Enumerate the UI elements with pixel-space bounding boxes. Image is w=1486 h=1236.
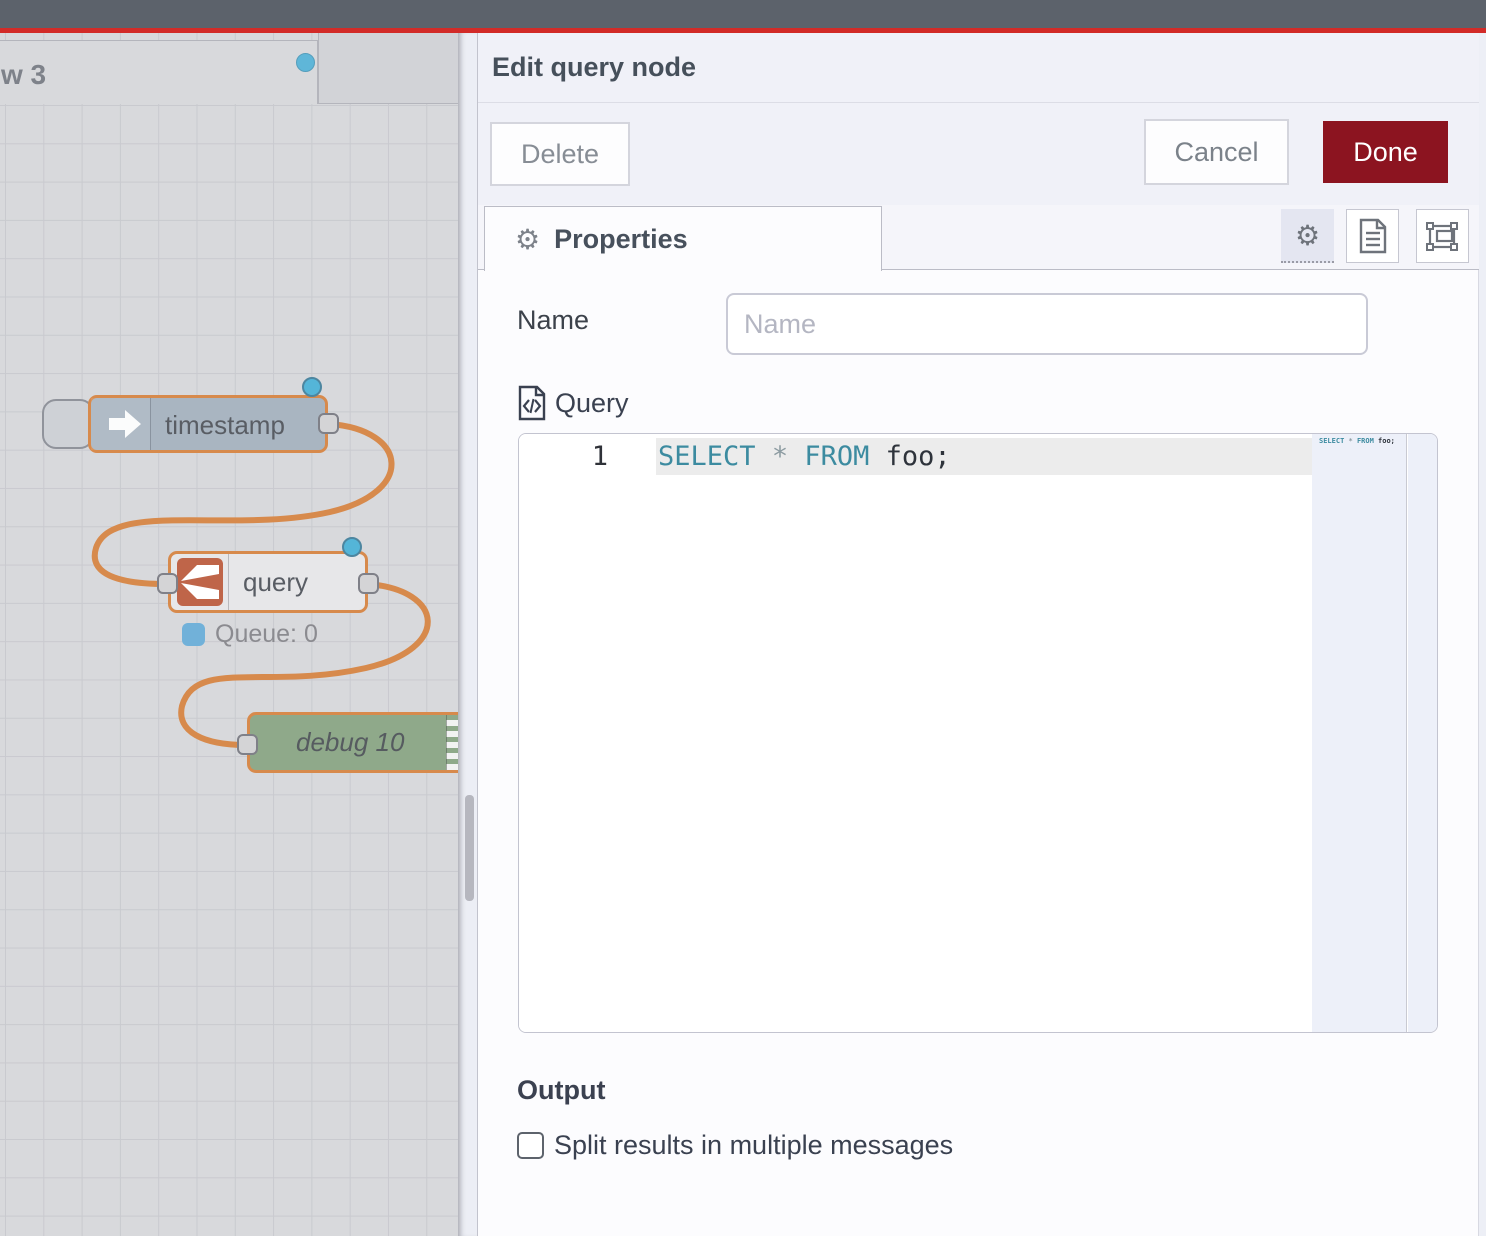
canvas-scroll-strip bbox=[458, 33, 477, 1236]
split-results-checkbox[interactable] bbox=[517, 1132, 544, 1159]
edit-tray: Edit query node Delete Cancel Done ⚙ Pro… bbox=[477, 33, 1478, 1236]
file-code-icon bbox=[517, 385, 547, 421]
node-label: debug 10 bbox=[296, 727, 404, 758]
sql-identifier: foo; bbox=[886, 441, 951, 472]
flow-canvas[interactable]: w 3 timestamp bbox=[0, 33, 458, 1236]
name-label: Name bbox=[517, 305, 589, 336]
flow-tab-active[interactable]: w 3 bbox=[0, 40, 318, 104]
query-input-port[interactable] bbox=[157, 573, 178, 594]
cancel-button[interactable]: Cancel bbox=[1144, 119, 1289, 185]
editor-gutter: 1 bbox=[519, 434, 656, 1032]
query-label: Query bbox=[555, 388, 629, 419]
query-code-editor[interactable]: 1 SELECT * FROM foo; SELECT * FROM foo; bbox=[518, 433, 1438, 1033]
gear-icon: ⚙ bbox=[1295, 219, 1320, 252]
node-label: query bbox=[243, 567, 308, 598]
tray-title: Edit query node bbox=[492, 52, 696, 83]
arrow-right-icon bbox=[91, 398, 151, 450]
sql-keyword: SELECT bbox=[658, 441, 756, 472]
status-text: Queue: 0 bbox=[215, 620, 318, 649]
name-form-row: Name bbox=[478, 270, 1479, 390]
debug-input-port[interactable] bbox=[237, 734, 258, 755]
workspace-right-scroll-strip bbox=[1478, 33, 1486, 1236]
canvas-vertical-scrollbar[interactable] bbox=[465, 795, 474, 901]
editor-minimap[interactable]: SELECT * FROM foo; bbox=[1312, 434, 1407, 1032]
header-accent-line bbox=[0, 28, 1486, 33]
editor-code-line[interactable]: SELECT * FROM foo; bbox=[658, 441, 951, 472]
sql-keyword: FROM bbox=[804, 441, 869, 472]
query-output-port[interactable] bbox=[358, 573, 379, 594]
inject-trigger-button[interactable] bbox=[42, 399, 94, 449]
done-button[interactable]: Done bbox=[1323, 121, 1448, 183]
debug-toggle-button[interactable] bbox=[446, 715, 458, 770]
node-appearance-button[interactable] bbox=[1416, 209, 1469, 263]
split-merge-icon bbox=[177, 558, 223, 606]
output-heading: Output bbox=[517, 1075, 605, 1106]
node-description-button[interactable] bbox=[1346, 209, 1399, 263]
name-input[interactable] bbox=[726, 293, 1368, 355]
doc-icon bbox=[1358, 218, 1388, 254]
tray-tabrow: ⚙ Properties ⚙ bbox=[478, 205, 1479, 270]
minimap-code-line: SELECT * FROM foo; bbox=[1319, 437, 1395, 445]
tab-properties-label: Properties bbox=[554, 224, 688, 255]
tray-header: Edit query node bbox=[478, 33, 1479, 103]
query-icon-section bbox=[171, 554, 229, 610]
tab-unsaved-dot-icon bbox=[296, 53, 315, 72]
node-inject-timestamp[interactable]: timestamp bbox=[88, 395, 328, 453]
line-number: 1 bbox=[592, 441, 608, 472]
node-query[interactable]: query bbox=[168, 551, 368, 613]
flow-tab-next[interactable] bbox=[318, 33, 458, 104]
query-changed-indicator-icon bbox=[342, 537, 362, 557]
flow-tabbar: w 3 bbox=[0, 33, 458, 104]
editor-scrollbar-track[interactable] bbox=[1408, 434, 1438, 1032]
timestamp-output-port[interactable] bbox=[318, 413, 339, 434]
node-red-app: w 3 timestamp bbox=[0, 0, 1486, 1236]
inject-icon-section bbox=[91, 398, 151, 450]
split-results-row: Split results in multiple messages bbox=[517, 1130, 953, 1161]
tray-toolbar: Delete Cancel Done bbox=[478, 103, 1479, 205]
node-debug[interactable]: debug 10 bbox=[247, 712, 458, 773]
split-results-label: Split results in multiple messages bbox=[554, 1130, 953, 1161]
node-label: timestamp bbox=[165, 410, 285, 441]
sql-operator: * bbox=[772, 441, 788, 472]
delete-button[interactable]: Delete bbox=[490, 122, 630, 186]
flow-tab-label: w 3 bbox=[1, 59, 46, 91]
query-status: Queue: 0 bbox=[182, 620, 318, 649]
tab-properties[interactable]: ⚙ Properties bbox=[484, 206, 882, 271]
app-header-bar bbox=[0, 0, 1486, 28]
gear-icon: ⚙ bbox=[515, 223, 540, 256]
timestamp-changed-indicator-icon bbox=[302, 377, 322, 397]
query-label-row: Query bbox=[517, 385, 629, 421]
status-dot-icon bbox=[182, 623, 205, 646]
edit-properties-button[interactable]: ⚙ bbox=[1281, 209, 1334, 263]
expand-icon bbox=[1425, 218, 1461, 254]
